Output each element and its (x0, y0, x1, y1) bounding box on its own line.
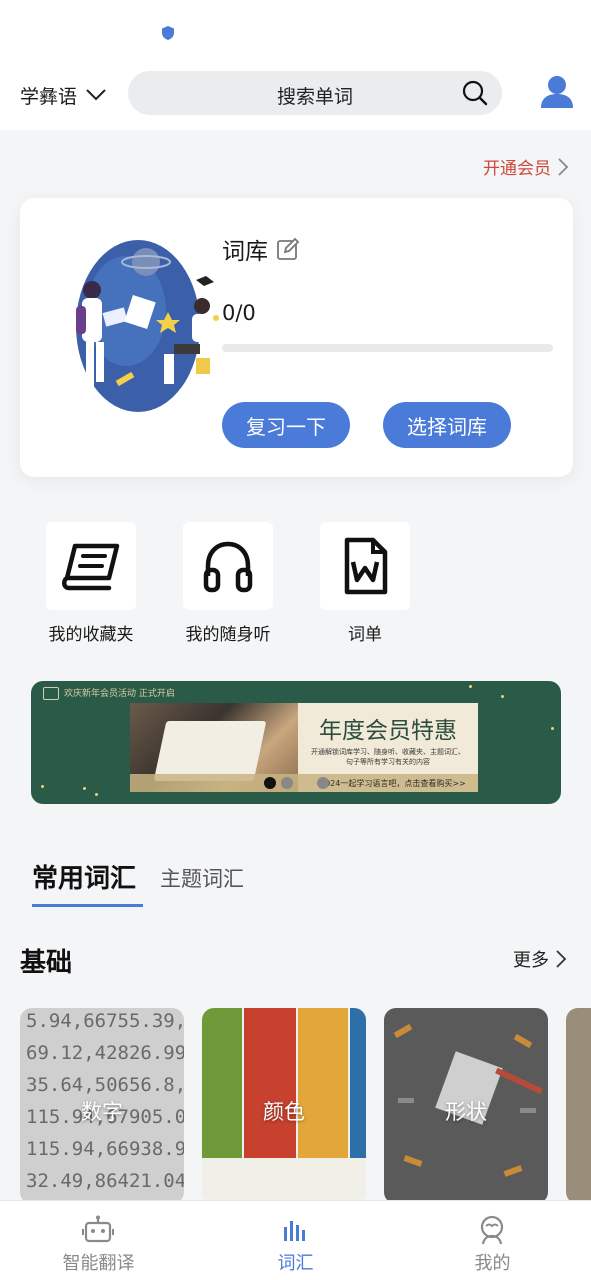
carousel-dot[interactable] (317, 777, 329, 789)
category-card-partial[interactable] (566, 1008, 591, 1204)
nav-mine-label: 我的 (474, 1253, 511, 1274)
tab-theme-vocab[interactable]: 主题词汇 (160, 863, 244, 905)
numbers-card-line: 35.64,50656.8,0,0 (26, 1074, 184, 1096)
user-icon[interactable] (541, 75, 573, 109)
banner-footer-strip: 2024一起学习语言吧，点击查看购买>> (130, 774, 478, 792)
sparkle (95, 793, 98, 796)
bottom-navigation: 智能翻译 词汇 我的 (0, 1200, 591, 1280)
library-title: 词库 (222, 239, 268, 265)
book-outline-icon (43, 687, 59, 700)
category-card-numbers[interactable]: 5.94,66755.39,0,0 69.12,42826.99,0,0 35.… (20, 1008, 184, 1204)
word-list-icon-box (320, 522, 410, 610)
students-illustration (76, 240, 219, 412)
chevron-down-icon (86, 89, 106, 101)
vip-label: 开通会员 (483, 159, 551, 179)
shield-icon (162, 26, 174, 40)
word-list-label: 词单 (348, 625, 382, 645)
promo-banner[interactable]: 欢庆新年会员活动 正式开启 年度会员特惠 开通解锁词库学习、随身听、收藏夹、主题… (31, 681, 561, 804)
paint-stripe (298, 1008, 348, 1158)
chevron-right-icon (558, 157, 569, 176)
listen-label: 我的随身听 (185, 625, 271, 645)
search-placeholder: 搜索单词 (276, 86, 353, 108)
listen-icon-box (183, 522, 273, 610)
review-button[interactable]: 复习一下 (222, 402, 350, 448)
top-bar: 学彝语 搜索单词 (0, 60, 591, 130)
paint-stripe (202, 1008, 242, 1158)
word-document-icon (344, 537, 388, 595)
choose-library-button[interactable]: 选择词库 (383, 402, 511, 448)
nav-translate-label: 智能翻译 (62, 1253, 135, 1274)
banner-book-image (153, 721, 267, 781)
banner-subtitle: 开通解锁词库学习、随身听、收藏夹、主题词汇、句子等所有学习有关的内容 (311, 748, 465, 766)
nav-vocabulary[interactable]: 词汇 (197, 1201, 394, 1280)
sparkle (501, 695, 504, 698)
search-icon[interactable] (462, 80, 488, 106)
tab-common-vocab[interactable]: 常用词汇 (32, 858, 143, 907)
more-link[interactable]: 更多 (513, 946, 567, 972)
search-input[interactable]: 搜索单词 (128, 71, 502, 115)
headphones-icon (203, 541, 253, 593)
listen-shortcut[interactable]: 我的随身听 (173, 522, 283, 645)
numbers-card-line: 69.12,42826.99,0,0 (26, 1042, 184, 1064)
carousel-dot[interactable] (281, 777, 293, 789)
favorites-icon-box (46, 522, 136, 610)
favorites-shortcut[interactable]: 我的收藏夹 (36, 522, 146, 645)
banner-title: 年度会员特惠 (319, 718, 457, 744)
book-icon (62, 543, 120, 591)
library-title-row: 词库 (222, 232, 300, 266)
library-progress-text: 0/0 (222, 301, 256, 325)
library-progress-bar (222, 344, 553, 352)
bar-chart-icon (284, 1221, 305, 1241)
carousel-dot-active[interactable] (264, 777, 276, 789)
numbers-card-line: 5.94,66755.39,0,0 (26, 1010, 184, 1032)
banner-footer: 2024一起学习语言吧，点击查看购买>> (320, 779, 466, 788)
word-library-card: 词库 0/0 复习一下 选择词库 (20, 198, 573, 477)
open-vip-link[interactable]: 开通会员 (483, 154, 569, 179)
word-list-shortcut[interactable]: 词单 (310, 522, 420, 645)
language-label: 学彝语 (20, 85, 78, 108)
edit-icon[interactable] (276, 237, 300, 261)
category-card-colors[interactable]: 颜色 (202, 1008, 366, 1204)
tab-common-vocab-label: 常用词汇 (32, 864, 137, 894)
category-label: 颜色 (263, 1100, 305, 1124)
nav-vocabulary-label: 词汇 (277, 1253, 314, 1274)
paint-stripe (244, 1008, 296, 1158)
paint-stripe (350, 1008, 366, 1158)
section-title: 基础 (20, 948, 73, 978)
numbers-card-line: 115.94,66938.9,0,0 (26, 1138, 184, 1160)
more-label: 更多 (513, 950, 549, 971)
chevron-right-icon (556, 950, 567, 968)
sparkle (41, 785, 44, 788)
nav-mine[interactable]: 我的 (394, 1201, 591, 1280)
category-label: 数字 (81, 1100, 123, 1124)
nav-translate[interactable]: 智能翻译 (0, 1201, 197, 1280)
robot-icon (82, 1215, 114, 1243)
profile-face-icon (480, 1215, 504, 1245)
category-label: 形状 (445, 1100, 487, 1124)
sparkle (83, 787, 86, 790)
vocab-tabs: 常用词汇 主题词汇 (32, 858, 244, 907)
banner-tag: 欢庆新年会员活动 正式开启 (64, 689, 175, 699)
status-bar (0, 0, 591, 60)
sparkle (551, 727, 554, 730)
category-card-shapes[interactable]: 形状 (384, 1008, 548, 1204)
sparkle (469, 685, 472, 688)
numbers-card-line: 32.49,86421.04,0 (26, 1170, 184, 1192)
tab-underline (32, 904, 143, 907)
favorites-label: 我的收藏夹 (48, 625, 134, 645)
language-selector[interactable]: 学彝语 (20, 80, 107, 110)
